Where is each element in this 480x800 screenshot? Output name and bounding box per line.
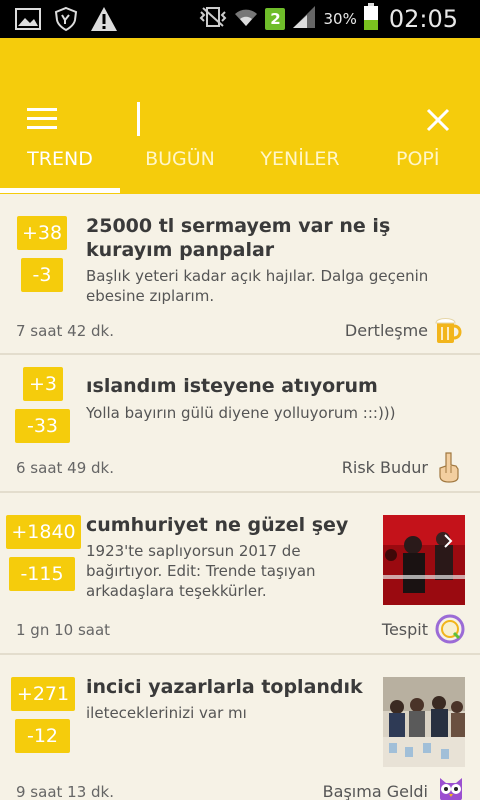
topic-card[interactable]: +38 -3 25000 tl sermayem var ne iş kuray…: [0, 194, 480, 355]
owl-icon: [436, 774, 466, 800]
topic-category[interactable]: Dertleşme: [345, 321, 428, 340]
clock: 02:05: [388, 5, 458, 33]
topic-excerpt: Yolla bayırın gülü diyene yolluyorum :::…: [86, 404, 396, 422]
shield-hand-icon: [52, 6, 80, 32]
battery-icon: [363, 3, 379, 35]
text-cursor: [137, 102, 140, 136]
downvote-button[interactable]: -115: [9, 557, 75, 591]
wifi-icon: [233, 6, 259, 32]
topic-title[interactable]: cumhuriyet ne güzel şey: [86, 513, 376, 537]
active-tab-indicator: [0, 188, 120, 193]
topic-time: 9 saat 13 dk.: [16, 783, 114, 800]
topic-title[interactable]: incici yazarlarla toplandık: [86, 675, 376, 699]
tab-bar: TREND BUGÜN YENİLER POPİ: [0, 142, 480, 194]
upvote-button[interactable]: +271: [11, 677, 75, 711]
vibrate-icon: [199, 6, 227, 32]
close-icon[interactable]: [424, 106, 452, 134]
upvote-button[interactable]: +1840: [6, 515, 81, 549]
topic-category[interactable]: Tespit: [382, 620, 428, 639]
tab-trend[interactable]: TREND: [0, 142, 120, 194]
topic-feed[interactable]: +38 -3 25000 tl sermayem var ne iş kuray…: [0, 194, 480, 800]
upvote-button[interactable]: +38: [17, 216, 67, 250]
middle-finger-icon: [434, 451, 464, 483]
topic-category[interactable]: Risk Budur: [342, 458, 428, 477]
sim2-icon: 2: [265, 8, 286, 30]
downvote-button[interactable]: -3: [21, 258, 63, 292]
topic-category[interactable]: Başıma Geldi: [323, 782, 428, 800]
warning-icon: [90, 6, 118, 32]
image-icon: [14, 6, 42, 32]
topic-card[interactable]: +271 -12 incici yazarlarla toplandık ile…: [0, 655, 480, 800]
topic-thumbnail[interactable]: [383, 515, 465, 605]
topic-excerpt: ileteceklerinizi var mı: [86, 704, 247, 722]
upvote-button[interactable]: +3: [23, 367, 63, 401]
menu-icon[interactable]: [27, 108, 57, 130]
search-input[interactable]: [130, 100, 390, 136]
signal-icon: [291, 5, 317, 33]
topic-title[interactable]: 25000 tl sermayem var ne iş kurayım panp…: [86, 214, 456, 262]
battery-percent: 30%: [323, 10, 357, 28]
status-bar: 2 30% 02:05: [0, 0, 480, 38]
beer-mug-icon: [433, 315, 463, 345]
topic-time: 7 saat 42 dk.: [16, 322, 114, 340]
tab-popi[interactable]: POPİ: [360, 142, 480, 194]
tab-bugun[interactable]: BUGÜN: [120, 142, 240, 194]
topic-time: 1 gn 10 saat: [16, 621, 111, 639]
topic-card[interactable]: +1840 -115 cumhuriyet ne güzel şey 1923'…: [0, 493, 480, 655]
downvote-button[interactable]: -12: [15, 719, 70, 753]
magnifier-icon: [435, 614, 465, 644]
topic-thumbnail[interactable]: [383, 677, 465, 767]
topic-excerpt: Başlık yeteri kadar açık hajılar. Dalga …: [86, 267, 429, 305]
tab-yeniler[interactable]: YENİLER: [240, 142, 360, 194]
topic-time: 6 saat 49 dk.: [16, 459, 114, 477]
topic-title[interactable]: ıslandım isteyene atıyorum: [86, 374, 456, 398]
topic-excerpt: 1923'te saplıyorsun 2017 de bağırtıyor. …: [86, 542, 316, 600]
topic-card[interactable]: +3 -33 ıslandım isteyene atıyorum Yolla …: [0, 355, 480, 493]
downvote-button[interactable]: -33: [15, 409, 70, 443]
